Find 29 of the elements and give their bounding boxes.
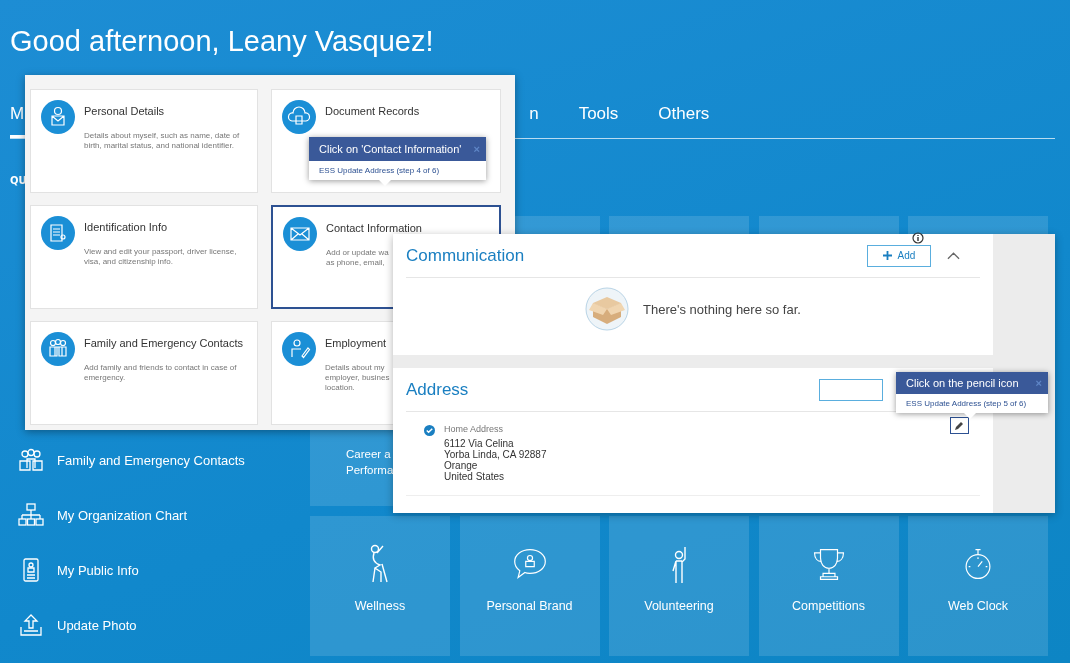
tile-label: Web Clock [947, 598, 1009, 614]
tile-label: Career a Performa [346, 447, 393, 478]
card-description: View and edit your passport, driver license, visa, and citizenship info. [84, 247, 237, 267]
card-description: Add or update wa as phone, email, [326, 248, 389, 268]
card-title: Identification Info [84, 221, 169, 233]
card-title: Contact Information [326, 222, 422, 234]
address-line: Orange [444, 460, 478, 471]
address-line: Yorba Linda, CA 92887 [444, 449, 547, 460]
tile-label: Personal Brand [486, 598, 573, 614]
tile-label: Wellness [354, 598, 406, 614]
guide-step: ESS Update Address (step 5 of 6) [896, 394, 1037, 413]
guide-step: ESS Update Address (step 4 of 6) [309, 161, 450, 180]
address-line: United States [444, 471, 505, 482]
card-description: Add family and friends to contact in case of emergency. [84, 363, 237, 383]
card-title: Personal Details [84, 105, 166, 117]
guide-title: Click on the pencil icon [906, 377, 1019, 389]
address-type: Home Address [444, 424, 504, 434]
section-title: Address [406, 379, 470, 400]
card-description: Details about myself, such as name, date of birth, marital status, and national identifier. [84, 131, 240, 151]
guide-title: Click on 'Contact Information' [319, 143, 462, 155]
tile-label: Competitions [792, 598, 865, 614]
card-title: Family and Emergency Contacts [84, 337, 243, 349]
card-title: Employment [325, 337, 388, 349]
card-title: Document Records [325, 105, 420, 117]
tile-label: Volunteering [644, 598, 714, 614]
empty-message: There's nothing here so far. [643, 301, 801, 317]
address-line: 6112 Via Celina [444, 438, 514, 449]
greeting-title: Good afternoon, Leany Vasquez! [9, 24, 434, 59]
card-description: Details about my employer, busines location. [325, 363, 390, 393]
